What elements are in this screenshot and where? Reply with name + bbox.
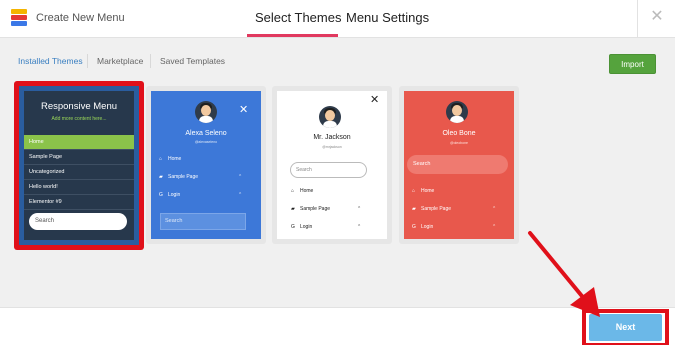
chevron-up-icon: ⌃ <box>492 224 497 230</box>
tab-select-themes[interactable]: Select Themes <box>255 10 341 25</box>
chevron-up-icon: ⌃ <box>357 224 362 230</box>
theme-card-alexa-seleno[interactable]: ✕ Alexa Seleno @alexaseleno ⌂ Home ▰ Sampl… <box>146 86 266 244</box>
home-icon: ⌂ <box>412 188 416 194</box>
import-button[interactable]: Import <box>609 54 656 74</box>
chevron-up-icon: ⌃ <box>238 192 243 198</box>
preview-menu-item: ⌂ Home <box>291 188 314 194</box>
preview-menu-item: ▰ Sample Page <box>159 174 199 180</box>
preview-search: Search <box>407 155 508 174</box>
divider <box>87 54 88 68</box>
google-icon: G <box>412 224 416 230</box>
avatar <box>319 106 341 128</box>
google-icon: G <box>159 192 163 198</box>
preview-search: Search <box>290 162 367 178</box>
preview-user-email: @alexaseleno <box>194 140 218 144</box>
google-icon: G <box>291 224 295 230</box>
preview-title: Responsive Menu <box>40 101 118 112</box>
preview-user-name: Mr. Jackson <box>313 134 351 141</box>
subtab-saved-templates[interactable]: Saved Templates <box>160 56 225 66</box>
preview-menu-item: G Login <box>291 224 313 230</box>
preview-menu-item: ⌂ Home <box>412 188 435 194</box>
preview-menu-item: Sample Page <box>24 150 134 165</box>
theme-card-oleo-bone[interactable]: Oleo Bone @oleobone Search ⌂ Home ▰ Sample… <box>399 86 519 244</box>
folder-icon: ▰ <box>291 206 295 212</box>
preview-subtitle: Add more content here... <box>51 116 107 122</box>
close-icon: ✕ <box>370 94 380 106</box>
top-bar: Create New Menu Select Themes Menu Setti… <box>0 0 675 38</box>
close-icon[interactable]: ✕ <box>650 8 664 26</box>
preview-user-name: Alexa Seleno <box>185 130 227 137</box>
home-icon: ⌂ <box>159 156 163 162</box>
theme-preview: ✕ Alexa Seleno @alexaseleno ⌂ Home ▰ Sampl… <box>151 91 261 239</box>
preview-user-name: Oleo Bone <box>442 130 476 137</box>
folder-icon: ▰ <box>412 206 416 212</box>
theme-card-mr-jackson[interactable]: ✕ Mr. Jackson @mrjackson Search ⌂ Home ▰ S… <box>272 86 392 244</box>
preview-menu-item: G Login <box>412 224 434 230</box>
chevron-up-icon: ⌃ <box>238 174 243 180</box>
preview-user-email: @oleobone <box>450 141 468 145</box>
preview-search: Search <box>29 213 127 230</box>
preview-user-email: @mrjackson <box>322 145 342 149</box>
theme-preview: Responsive Menu Add more content here...… <box>24 91 134 240</box>
divider <box>150 54 151 68</box>
preview-menu-item: G Login <box>159 192 181 198</box>
preview-menu-item: ▰ Sample Page <box>412 206 452 212</box>
chevron-up-icon: ⌃ <box>492 206 497 212</box>
preview-menu-item: Elementor #9 <box>24 195 134 210</box>
divider <box>637 0 638 38</box>
preview-menu-item: ▰ Sample Page <box>291 206 331 212</box>
chevron-up-icon: ⌃ <box>357 206 362 212</box>
folder-icon: ▰ <box>159 174 163 180</box>
active-tab-indicator <box>247 34 338 37</box>
subtab-installed-themes[interactable]: Installed Themes <box>18 56 83 66</box>
app-logo-icon <box>11 9 27 26</box>
preview-menu-item: Home <box>24 135 134 150</box>
preview-menu-item: ⌂ Home <box>159 156 182 162</box>
theme-card-frame: Responsive Menu Add more content here...… <box>19 86 139 245</box>
theme-card-responsive-menu[interactable]: Responsive Menu Add more content here...… <box>14 81 144 250</box>
subtab-marketplace[interactable]: Marketplace <box>97 56 143 66</box>
tab-menu-settings[interactable]: Menu Settings <box>346 10 429 25</box>
preview-menu-list: Home Sample Page Uncategorized Hello wor… <box>24 135 134 210</box>
home-icon: ⌂ <box>291 188 295 194</box>
preview-menu-item: Hello world! <box>24 180 134 195</box>
preview-menu-item: Uncategorized <box>24 165 134 180</box>
preview-search: Search <box>160 213 246 230</box>
avatar <box>195 101 217 123</box>
theme-preview: Oleo Bone @oleobone Search ⌂ Home ▰ Sample… <box>404 91 514 239</box>
avatar <box>446 101 468 123</box>
annotation-arrow-icon <box>528 231 600 317</box>
app-title: Create New Menu <box>36 12 125 24</box>
close-icon: ✕ <box>239 104 249 116</box>
theme-preview: ✕ Mr. Jackson @mrjackson Search ⌂ Home ▰ S… <box>277 91 387 239</box>
